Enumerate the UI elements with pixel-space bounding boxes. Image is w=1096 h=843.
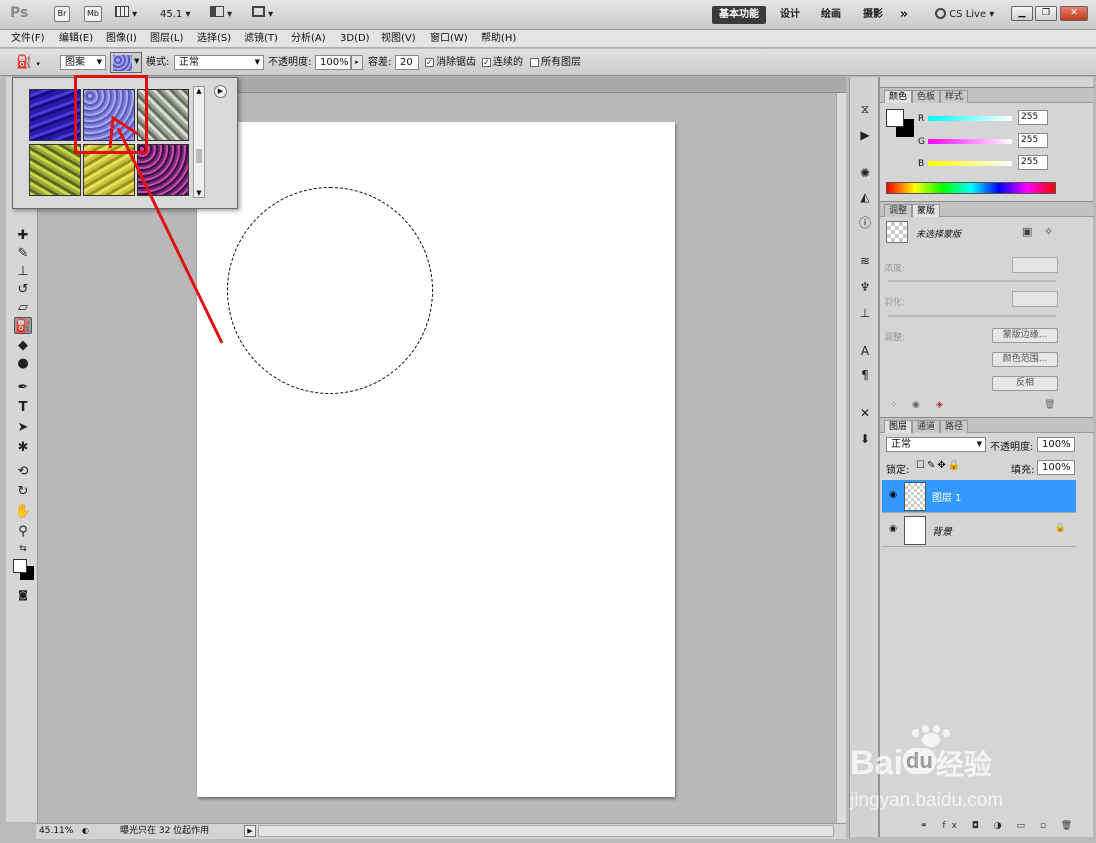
paw-icon (910, 725, 950, 749)
photoshop-window: Ps Br Mb ▾ 45.1 ▾ ▾ ▾ 基本功能 设计 绘画 摄影 » CS… (0, 0, 1096, 843)
arrow-shaft (116, 127, 224, 344)
baidu-watermark: Bai du 经验 jingyan.baidu.com (850, 725, 1050, 825)
watermark-du: du (902, 748, 936, 774)
watermark-url: jingyan.baidu.com (850, 790, 1004, 811)
watermark-brand: Bai du 经验 (850, 743, 992, 783)
annotation-arrow (108, 115, 224, 344)
watermark-bai: Bai (850, 744, 903, 782)
watermark-cn: 经验 (935, 749, 992, 780)
foreground-color[interactable] (13, 559, 27, 573)
